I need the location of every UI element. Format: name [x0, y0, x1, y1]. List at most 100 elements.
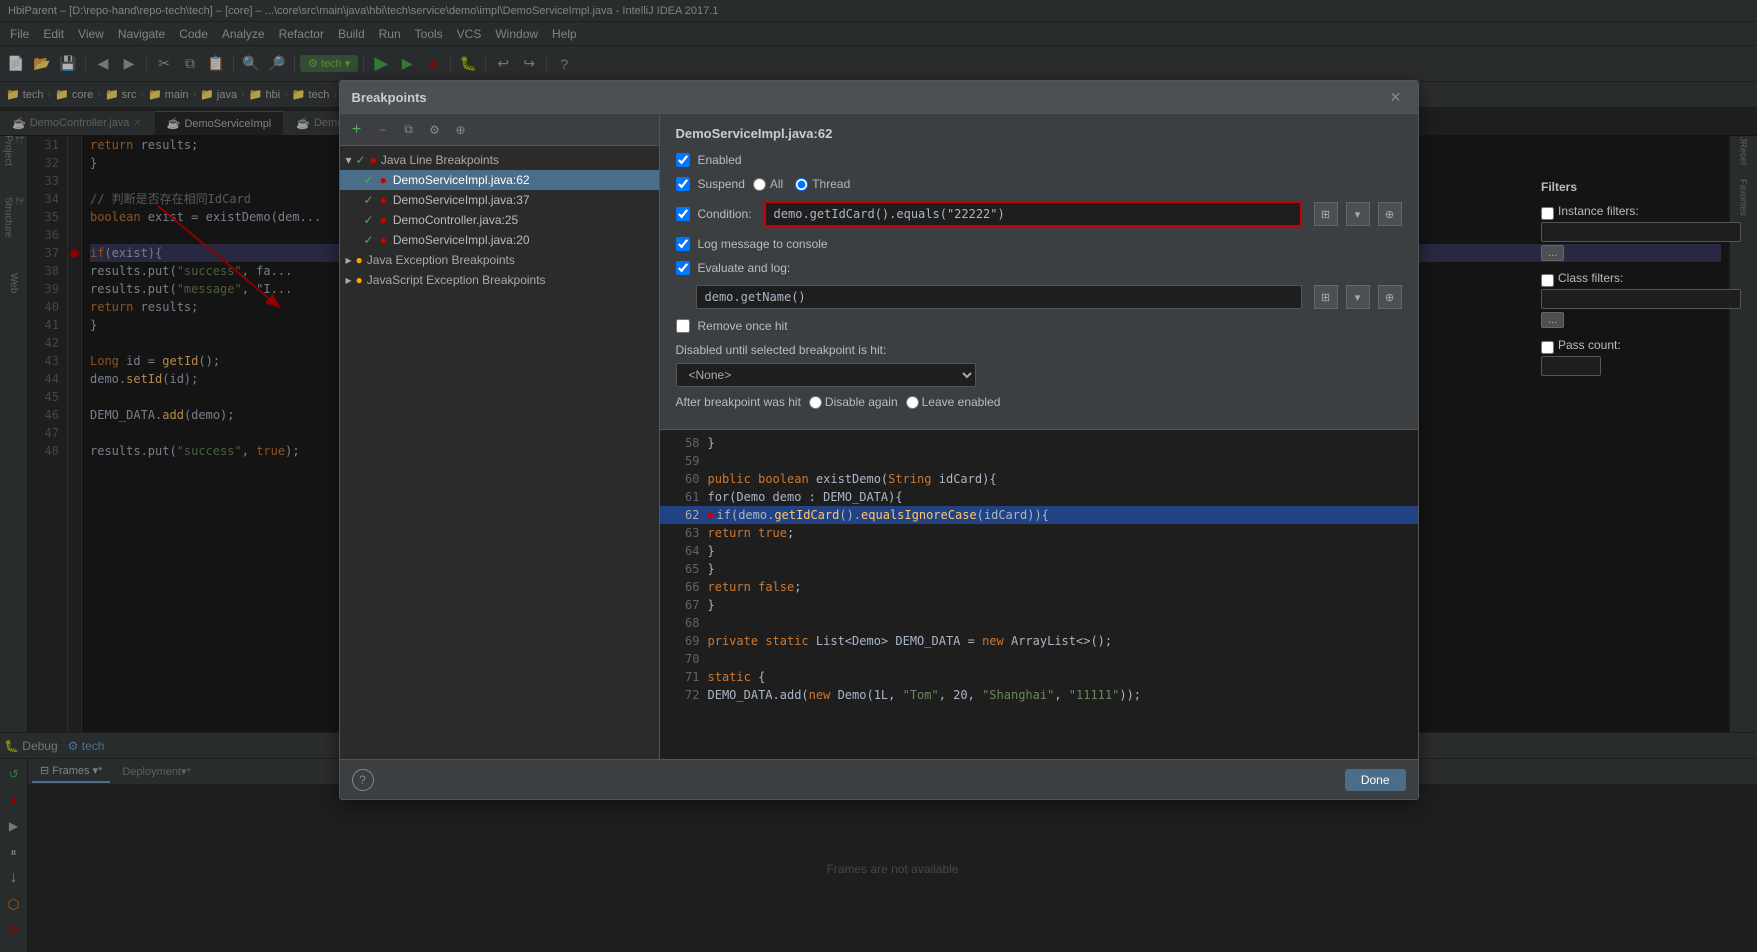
java-line-bp-group: ▾ ✓ ● Java Line Breakpoints ✓ ● DemoServ…: [340, 150, 659, 250]
expand-bp-btn[interactable]: ⊕: [450, 119, 472, 141]
preview-line-62: 62 ● if(demo.getIdCard().equalsIgnoreCas…: [660, 506, 1418, 524]
bp-dot-37: ●: [380, 193, 387, 207]
preview-code-60: public boolean existDemo(String idCard){: [708, 472, 997, 486]
eval-label: Evaluate and log:: [698, 261, 791, 275]
check-icon-37: ✓: [364, 193, 374, 207]
bp-dot-20: ●: [380, 233, 387, 247]
preview-num-66: 66: [664, 580, 700, 594]
disable-again-radio[interactable]: Disable again: [809, 395, 898, 409]
bp-item-62[interactable]: ✓ ● DemoServiceImpl.java:62: [340, 170, 659, 190]
remove-bp-btn[interactable]: −: [372, 119, 394, 141]
check-icon: ✓: [356, 153, 366, 167]
condition-extra-btn[interactable]: ⊕: [1378, 202, 1402, 226]
preview-code-71: static {: [708, 670, 766, 684]
bp-detail-title: DemoServiceImpl.java:62: [676, 126, 1402, 141]
dialog-close-btn[interactable]: ✕: [1386, 87, 1406, 107]
preview-line-66: 66 return false;: [660, 578, 1418, 596]
suspend-row: Suspend All Thread: [676, 177, 1402, 191]
js-exception-bp-header[interactable]: ▸ ● JavaScript Exception Breakpoints: [340, 270, 659, 290]
bp-detail-top: DemoServiceImpl.java:62 Enabled Suspend: [660, 114, 1418, 430]
suspend-checkbox[interactable]: [676, 177, 690, 191]
js-exception-bp-label: JavaScript Exception Breakpoints: [367, 273, 546, 287]
bp-item-37[interactable]: ✓ ● DemoServiceImpl.java:37: [340, 190, 659, 210]
preview-num-67: 67: [664, 598, 700, 612]
disabled-until-select[interactable]: <None>: [676, 363, 976, 387]
eval-input[interactable]: [696, 285, 1302, 309]
condition-dropdown-btn[interactable]: ▾: [1346, 202, 1370, 226]
preview-line-64: 64 }: [660, 542, 1418, 560]
preview-code-64: }: [708, 544, 715, 558]
suspend-radio-group: All Thread: [753, 177, 850, 191]
eval-dropdown-btn[interactable]: ▾: [1346, 285, 1370, 309]
preview-num-63: 63: [664, 526, 700, 540]
active-bp-dot: ●: [708, 510, 714, 521]
leave-enabled-radio[interactable]: Leave enabled: [906, 395, 1001, 409]
condition-expand-btn[interactable]: ⊞: [1314, 202, 1338, 226]
eval-expand-btn[interactable]: ⊞: [1314, 285, 1338, 309]
eval-input-row: ⊞ ▾ ⊕: [696, 285, 1402, 309]
bp-orange-icon: ●: [356, 253, 363, 267]
chevron-down-icon: ▾: [346, 153, 352, 167]
preview-num-58: 58: [664, 436, 700, 450]
breakpoints-dialog: Breakpoints ✕ + − ⧉ ⚙ ⊕ ▾: [339, 80, 1419, 800]
preview-line-58: 58 }: [660, 434, 1418, 452]
enabled-label: Enabled: [698, 153, 742, 167]
preview-line-72: 72 DEMO_DATA.add(new Demo(1L, "Tom", 20,…: [660, 686, 1418, 704]
done-button[interactable]: Done: [1345, 769, 1406, 791]
preview-code-66: return false;: [708, 580, 802, 594]
condition-checkbox[interactable]: [676, 207, 690, 221]
disabled-until-label: Disabled until selected breakpoint is hi…: [676, 343, 1402, 357]
disable-again-label: Disable again: [825, 395, 898, 409]
remove-checkbox[interactable]: [676, 319, 690, 333]
copy-bp-btn[interactable]: ⧉: [398, 119, 420, 141]
bp-toolbar: + − ⧉ ⚙ ⊕: [340, 114, 659, 146]
preview-num-68: 68: [664, 616, 700, 630]
bp-item-20[interactable]: ✓ ● DemoServiceImpl.java:20: [340, 230, 659, 250]
dialog-header: Breakpoints ✕: [340, 81, 1418, 114]
preview-line-63: 63 return true;: [660, 524, 1418, 542]
java-line-bp-header[interactable]: ▾ ✓ ● Java Line Breakpoints: [340, 150, 659, 170]
after-hit-row: After breakpoint was hit Disable again L…: [676, 395, 1402, 409]
bp-item-25[interactable]: ✓ ● DemoController.java:25: [340, 210, 659, 230]
eval-extra-btn[interactable]: ⊕: [1378, 285, 1402, 309]
eval-row: Evaluate and log:: [676, 261, 1402, 275]
preview-code-61: for(Demo demo : DEMO_DATA){: [708, 490, 903, 504]
leave-enabled-input[interactable]: [906, 396, 919, 409]
preview-num-60: 60: [664, 472, 700, 486]
remove-row: Remove once hit: [676, 319, 1402, 333]
suspend-thread-input[interactable]: [795, 178, 808, 191]
preview-line-59: 59: [660, 452, 1418, 470]
suspend-thread-radio[interactable]: Thread: [795, 177, 850, 191]
bp-code-preview: 58 } 59 60 public boolean existDemo(Stri…: [660, 430, 1418, 759]
eval-checkbox[interactable]: [676, 261, 690, 275]
preview-code-72: DEMO_DATA.add(new Demo(1L, "Tom", 20, "S…: [708, 688, 1142, 702]
preview-line-60: 60 public boolean existDemo(String idCar…: [660, 470, 1418, 488]
bp-label-20: DemoServiceImpl.java:20: [393, 233, 530, 247]
bp-dot-25: ●: [380, 213, 387, 227]
help-button[interactable]: ?: [352, 769, 374, 791]
java-exception-bp-header[interactable]: ▸ ● Java Exception Breakpoints: [340, 250, 659, 270]
suspend-all-input[interactable]: [753, 178, 766, 191]
bp-label-25: DemoController.java:25: [393, 213, 518, 227]
enabled-checkbox[interactable]: [676, 153, 690, 167]
preview-code-69: private static List<Demo> DEMO_DATA = ne…: [708, 634, 1113, 648]
settings-bp-btn[interactable]: ⚙: [424, 119, 446, 141]
log-checkbox[interactable]: [676, 237, 690, 251]
preview-line-71: 71 static {: [660, 668, 1418, 686]
preview-num-64: 64: [664, 544, 700, 558]
preview-code-67: }: [708, 598, 715, 612]
preview-num-61: 61: [664, 490, 700, 504]
enabled-row: Enabled: [676, 153, 1402, 167]
preview-code-62: if(demo.getIdCard().equalsIgnoreCase(idC…: [717, 508, 1049, 522]
add-bp-btn[interactable]: +: [346, 119, 368, 141]
disable-again-input[interactable]: [809, 396, 822, 409]
suspend-thread-label: Thread: [812, 177, 850, 191]
condition-input[interactable]: [764, 201, 1302, 227]
bp-label-37: DemoServiceImpl.java:37: [393, 193, 530, 207]
java-line-bp-label: Java Line Breakpoints: [381, 153, 499, 167]
disabled-until-row: Disabled until selected breakpoint is hi…: [676, 343, 1402, 387]
preview-num-71: 71: [664, 670, 700, 684]
bp-detail-panel: DemoServiceImpl.java:62 Enabled Suspend: [660, 114, 1418, 759]
check-icon-62: ✓: [364, 173, 374, 187]
suspend-all-radio[interactable]: All: [753, 177, 783, 191]
